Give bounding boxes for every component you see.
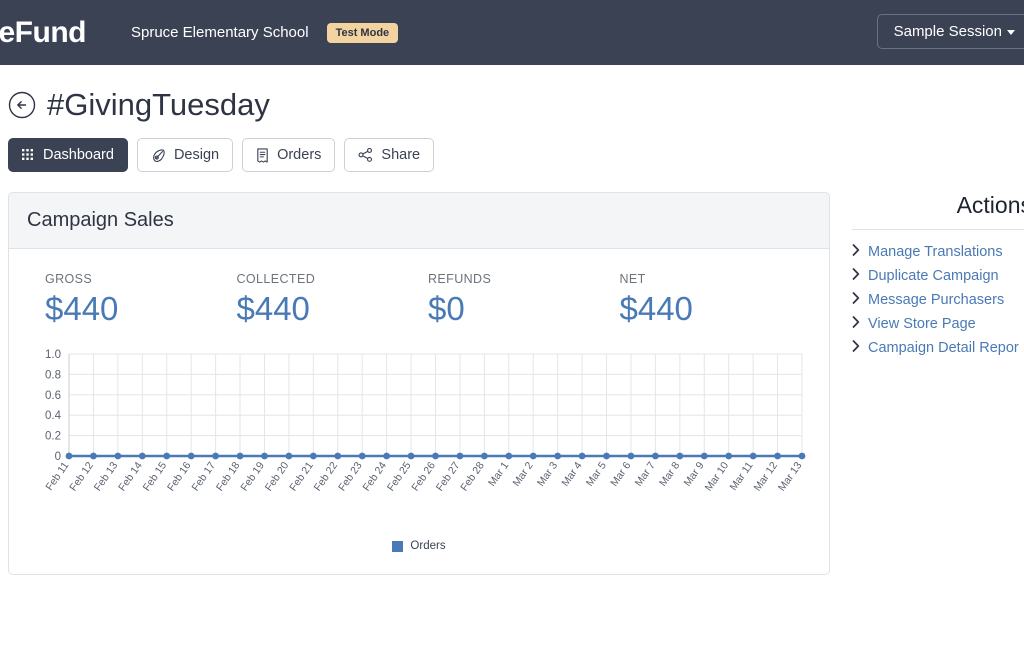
svg-text:Mar 12: Mar 12 xyxy=(751,460,780,494)
action-duplicate-campaign[interactable]: Duplicate Campaign xyxy=(852,264,1024,288)
action-message-purchasers-label: Message Purchasers xyxy=(868,292,1005,308)
campaign-sales-card-title: Campaign Sales xyxy=(9,193,829,249)
orders-chart: 0 0.2 0.4 0.6 0.8 1.0 Feb 11 Feb 12 Feb 13 Feb 14… xyxy=(27,346,811,536)
actions-title: Actions xyxy=(956,192,1024,218)
stat-gross-label: GROSS xyxy=(45,272,93,286)
legend-swatch-orders xyxy=(392,540,404,552)
page-title: #GivingTuesday xyxy=(47,87,270,122)
svg-text:Feb 12: Feb 12 xyxy=(67,460,96,494)
tab-dashboard[interactable]: Dashboard xyxy=(8,138,128,172)
stat-refunds-value: $0 xyxy=(428,290,465,327)
svg-text:Feb 23: Feb 23 xyxy=(336,460,365,494)
main-content: Campaign Sales GROSS $440 COLLECTED $440… xyxy=(0,172,1024,575)
session-dropdown-button[interactable]: Sample Session xyxy=(876,14,1024,49)
svg-text:Feb 24: Feb 24 xyxy=(361,460,390,494)
svg-text:Mar 4: Mar 4 xyxy=(559,460,584,489)
stat-refunds-label: REFUNDS xyxy=(428,272,492,286)
svg-text:Mar 6: Mar 6 xyxy=(608,460,633,489)
svg-text:Mar 3: Mar 3 xyxy=(535,460,560,489)
svg-text:Mar 7: Mar 7 xyxy=(633,460,658,489)
app-logo[interactable]: tureFund xyxy=(0,16,86,50)
svg-text:Mar 2: Mar 2 xyxy=(510,460,535,489)
svg-text:0.8: 0.8 xyxy=(45,369,61,381)
stat-gross: GROSS $440 xyxy=(45,272,237,328)
svg-text:Feb 18: Feb 18 xyxy=(214,460,243,494)
tab-design-label: Design xyxy=(173,147,220,163)
tab-share-label: Share xyxy=(381,147,421,163)
chevron-right-icon xyxy=(852,291,860,309)
test-mode-badge: Test Mode xyxy=(326,22,399,43)
svg-text:Mar 13: Mar 13 xyxy=(776,460,805,494)
actions-list: Manage Translations Duplicate Campaign M… xyxy=(852,230,1024,360)
stat-gross-value: $440 xyxy=(45,290,119,327)
tab-orders[interactable]: Orders xyxy=(242,138,336,172)
svg-text:0.2: 0.2 xyxy=(45,431,61,443)
svg-text:Mar 11: Mar 11 xyxy=(727,460,755,493)
action-view-store-page-label: View Store Page xyxy=(868,316,976,332)
action-view-store-page[interactable]: View Store Page xyxy=(852,312,1024,336)
stat-collected-value: $440 xyxy=(236,290,310,327)
svg-text:Feb 17: Feb 17 xyxy=(189,460,218,494)
stat-refunds: REFUNDS $0 xyxy=(428,272,620,328)
tab-design[interactable]: Design xyxy=(136,138,234,172)
stats-row: GROSS $440 COLLECTED $440 REFUNDS $0 NET… xyxy=(27,267,811,328)
svg-text:Mar 5: Mar 5 xyxy=(584,460,609,489)
pen-design-icon xyxy=(151,148,166,163)
stat-collected-label: COLLECTED xyxy=(236,272,316,286)
svg-text:Feb 21: Feb 21 xyxy=(287,460,316,494)
tab-dashboard-label: Dashboard xyxy=(43,147,114,163)
campaign-sales-card-body: GROSS $440 COLLECTED $440 REFUNDS $0 NET… xyxy=(9,249,829,574)
stat-collected: COLLECTED $440 xyxy=(237,272,429,328)
svg-text:0.4: 0.4 xyxy=(45,410,62,422)
actions-panel: Actions Manage Translations Duplicate Ca… xyxy=(852,192,1024,575)
action-duplicate-campaign-label: Duplicate Campaign xyxy=(868,268,999,284)
stat-net: NET $440 xyxy=(620,272,812,328)
tab-orders-label: Orders xyxy=(277,147,322,163)
caret-down-icon xyxy=(1007,29,1015,35)
svg-text:Mar 10: Mar 10 xyxy=(703,460,732,494)
svg-text:Feb 28: Feb 28 xyxy=(458,460,487,494)
action-message-purchasers[interactable]: Message Purchasers xyxy=(852,288,1024,312)
action-campaign-detail-report-label: Campaign Detail Repor xyxy=(868,340,1019,356)
svg-text:Feb 14: Feb 14 xyxy=(116,460,145,494)
svg-text:Feb 13: Feb 13 xyxy=(92,460,121,494)
organization-name: Spruce Elementary School xyxy=(130,24,309,41)
svg-text:1.0: 1.0 xyxy=(45,349,61,361)
svg-text:Feb 19: Feb 19 xyxy=(238,460,267,494)
chart-legend: Orders xyxy=(27,540,811,552)
svg-text:Feb 20: Feb 20 xyxy=(263,460,292,494)
dashboard-grid-icon xyxy=(22,148,35,162)
chevron-right-icon xyxy=(852,339,860,357)
session-dropdown-label: Sample Session xyxy=(893,23,1002,40)
svg-text:Mar 8: Mar 8 xyxy=(657,460,682,489)
chevron-right-icon xyxy=(852,243,860,261)
stat-net-value: $440 xyxy=(619,290,693,327)
chevron-right-icon xyxy=(852,315,860,333)
top-navbar: tureFund Spruce Elementary School Test M… xyxy=(0,0,1024,65)
svg-text:Feb 27: Feb 27 xyxy=(434,460,463,494)
svg-text:Feb 25: Feb 25 xyxy=(385,460,414,494)
legend-label-orders: Orders xyxy=(410,540,446,552)
tab-share[interactable]: Share xyxy=(344,138,435,172)
svg-text:0.6: 0.6 xyxy=(45,390,61,402)
svg-text:Feb 11: Feb 11 xyxy=(43,460,71,493)
tab-bar: Dashboard Design Orders Share xyxy=(0,123,1024,172)
share-nodes-icon xyxy=(358,148,373,162)
page-heading: #GivingTuesday xyxy=(0,65,1024,123)
svg-text:Feb 22: Feb 22 xyxy=(312,460,341,494)
svg-text:Feb 26: Feb 26 xyxy=(409,460,438,494)
campaign-sales-card: Campaign Sales GROSS $440 COLLECTED $440… xyxy=(8,192,830,575)
receipt-orders-icon xyxy=(256,147,269,163)
svg-text:Feb 15: Feb 15 xyxy=(141,460,170,494)
orders-chart-svg: 00.20.40.60.81.0Feb 11Feb 12Feb 13Feb 14… xyxy=(43,349,806,494)
svg-text:Mar 1: Mar 1 xyxy=(486,460,511,489)
action-manage-translations-label: Manage Translations xyxy=(868,244,1003,260)
svg-text:Feb 16: Feb 16 xyxy=(165,460,194,494)
chevron-right-icon xyxy=(852,267,860,285)
action-manage-translations[interactable]: Manage Translations xyxy=(852,240,1024,264)
stat-net-label: NET xyxy=(619,272,646,286)
action-campaign-detail-report[interactable]: Campaign Detail Repor xyxy=(852,336,1024,360)
back-arrow-circle-icon[interactable] xyxy=(8,91,36,119)
